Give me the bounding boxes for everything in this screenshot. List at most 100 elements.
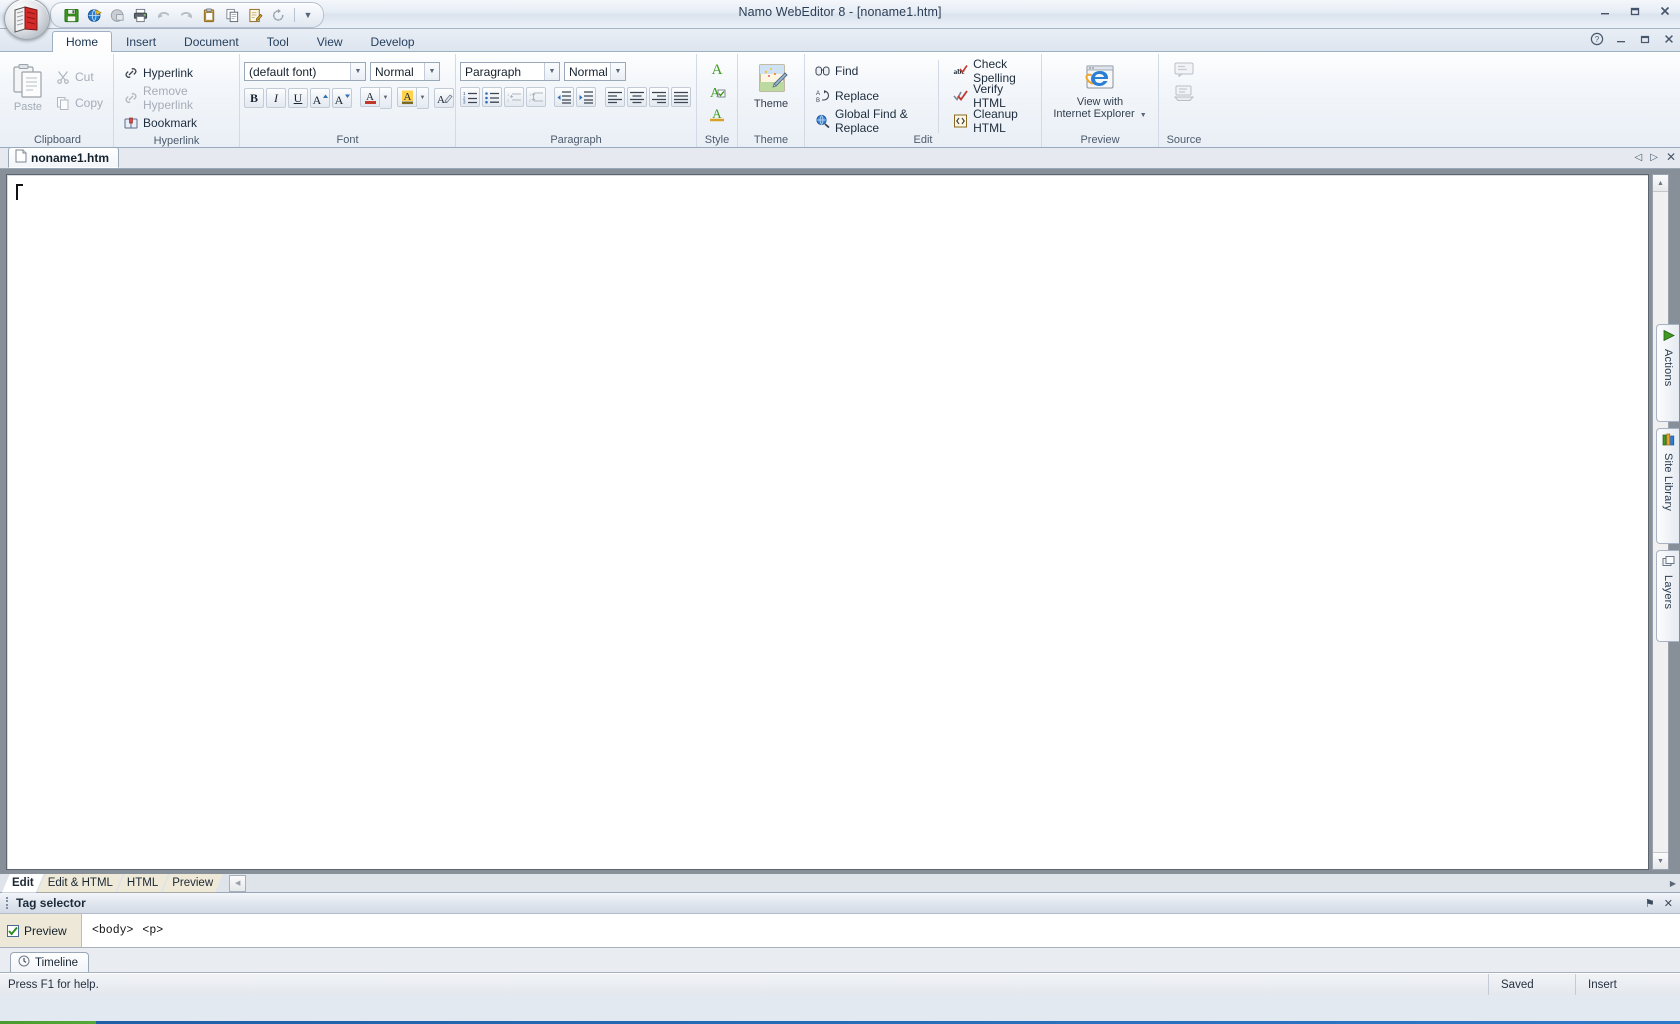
application-menu-button[interactable] [4, 0, 50, 40]
tab-view[interactable]: View [303, 31, 357, 52]
restore-document-icon[interactable] [1637, 31, 1652, 46]
view-tab-edit[interactable]: Edit [2, 874, 44, 893]
check-spelling-button[interactable]: abc Check Spelling [947, 57, 1037, 85]
save-icon[interactable] [61, 5, 81, 25]
find-button[interactable]: Find [809, 60, 930, 82]
style-apply-icon[interactable]: A [708, 60, 726, 80]
grow-font-button[interactable]: A [310, 88, 330, 108]
view-tab-preview[interactable]: Preview [162, 874, 223, 893]
minimize-button[interactable] [1596, 3, 1614, 19]
minimize-document-icon[interactable] [1613, 31, 1628, 46]
verify-html-button[interactable]: Verify HTML [947, 82, 1037, 110]
tab-develop[interactable]: Develop [357, 31, 429, 52]
undo-icon[interactable] [153, 5, 173, 25]
chevron-down-icon[interactable]: ▼ [544, 63, 559, 80]
customize-quick-access-button[interactable]: ▼ [301, 5, 315, 25]
view-with-browser-button[interactable]: View with Internet Explorer ▼ [1046, 60, 1154, 126]
remove-hyperlink-button[interactable]: Remove Hyperlink [118, 84, 235, 112]
close-button[interactable] [1656, 3, 1674, 19]
tag-item-p[interactable]: <p> [142, 924, 163, 937]
redo-icon[interactable] [176, 5, 196, 25]
clear-formatting-button[interactable]: A [434, 88, 454, 108]
increase-line-spacing-button[interactable]: 1 2 [526, 87, 546, 107]
decrease-indent-button[interactable] [554, 87, 574, 107]
preview-checkbox[interactable] [7, 924, 19, 937]
increase-indent-button[interactable] [576, 87, 596, 107]
view-tab-html[interactable]: HTML [117, 874, 168, 893]
style-format-icon[interactable]: A [708, 106, 726, 126]
align-right-button[interactable] [649, 87, 669, 107]
edit-page-icon[interactable] [245, 5, 265, 25]
html-editing-canvas[interactable] [6, 174, 1649, 870]
align-center-button[interactable] [627, 87, 647, 107]
tag-item-body[interactable]: <body> [92, 924, 133, 937]
decrease-line-spacing-button[interactable]: 1 2 [504, 87, 524, 107]
publish-globe-icon[interactable] [84, 5, 104, 25]
side-tab-actions[interactable]: Actions [1656, 324, 1679, 422]
source-stack-icon[interactable] [1173, 85, 1195, 104]
underline-button[interactable]: U [288, 88, 308, 108]
italic-button[interactable]: I [266, 88, 286, 108]
chevron-down-icon[interactable]: ▼ [1140, 112, 1147, 119]
shrink-font-button[interactable]: A [332, 88, 352, 108]
cut-button[interactable]: Cut [50, 66, 109, 88]
restore-button[interactable] [1626, 3, 1644, 19]
font-size-select[interactable]: Normal ▼ [370, 62, 440, 81]
font-color-button[interactable]: A [360, 87, 380, 107]
highlight-color-dropdown[interactable]: ▼ [417, 87, 429, 109]
paste-button[interactable]: Paste [6, 59, 50, 117]
side-tab-layers[interactable]: Layers [1656, 550, 1679, 642]
chevron-down-icon[interactable]: ▼ [424, 63, 439, 80]
replace-button[interactable]: A B Replace [809, 85, 930, 107]
panel-grip-icon[interactable] [6, 897, 10, 909]
previous-tab-button[interactable]: ◁ [1635, 152, 1643, 163]
paragraph-style-select[interactable]: Paragraph ▼ [460, 62, 560, 81]
pin-icon[interactable]: ⚑ [1645, 897, 1655, 910]
close-panel-icon[interactable]: ✕ [1664, 897, 1673, 910]
view-tabs-scroll-right-button[interactable]: ▶ [1670, 879, 1676, 888]
view-tab-edit-html[interactable]: Edit & HTML [38, 874, 123, 893]
view-with-browser-line2[interactable]: Internet Explorer ▼ [1053, 108, 1146, 122]
preview-checkbox-cell[interactable]: Preview [0, 914, 82, 947]
copy-button[interactable]: Copy [50, 92, 109, 114]
tab-home[interactable]: Home [52, 31, 113, 52]
help-icon[interactable]: ? [1589, 31, 1604, 46]
bold-button[interactable]: B [244, 88, 264, 108]
tab-document[interactable]: Document [170, 31, 253, 52]
numbered-list-button[interactable]: 1 2 3 [460, 87, 480, 107]
next-tab-button[interactable]: ▷ [1650, 152, 1658, 163]
side-tab-site-library[interactable]: Site Library [1656, 428, 1679, 544]
global-find-replace-button[interactable]: Global Find & Replace [809, 107, 930, 135]
cleanup-html-button[interactable]: Cleanup HTML [947, 107, 1037, 135]
bookmark-button[interactable]: Bookmark [118, 112, 235, 134]
scroll-up-button[interactable]: ▲ [1653, 175, 1668, 192]
copy-icon[interactable] [222, 5, 242, 25]
tab-insert[interactable]: Insert [112, 31, 170, 52]
tab-tool[interactable]: Tool [253, 31, 303, 52]
close-tab-button[interactable]: ✕ [1666, 150, 1676, 164]
chevron-down-icon[interactable]: ▼ [350, 63, 365, 80]
style-edit-icon[interactable]: A [708, 83, 726, 103]
paragraph-size-select[interactable]: Normal ▼ [564, 62, 626, 81]
font-color-dropdown[interactable]: ▼ [380, 87, 392, 109]
chevron-down-icon[interactable]: ▼ [610, 63, 625, 80]
align-left-button[interactable] [605, 87, 625, 107]
bulleted-list-button[interactable] [482, 87, 502, 107]
refresh-icon[interactable] [268, 5, 288, 25]
source-comment-icon[interactable] [1174, 62, 1194, 80]
document-tab-noname1[interactable]: noname1.htm [8, 147, 120, 168]
timeline-tab-label: Timeline [35, 956, 79, 969]
preview-page-icon[interactable] [107, 5, 127, 25]
paste-icon[interactable] [199, 5, 219, 25]
view-tabs-scroll-left-button[interactable]: ◀ [229, 874, 247, 892]
close-document-icon[interactable] [1661, 31, 1676, 46]
font-family-select[interactable]: (default font) ▼ [244, 62, 366, 81]
style-group-label: Style [704, 134, 730, 146]
hyperlink-button[interactable]: Hyperlink [118, 62, 235, 84]
print-icon[interactable] [130, 5, 150, 25]
highlight-color-button[interactable]: A [397, 87, 417, 107]
theme-button[interactable]: Theme [742, 60, 800, 114]
timeline-tab[interactable]: Timeline [10, 952, 90, 972]
scroll-down-button[interactable]: ▼ [1653, 852, 1668, 869]
align-justify-button[interactable] [671, 87, 691, 107]
